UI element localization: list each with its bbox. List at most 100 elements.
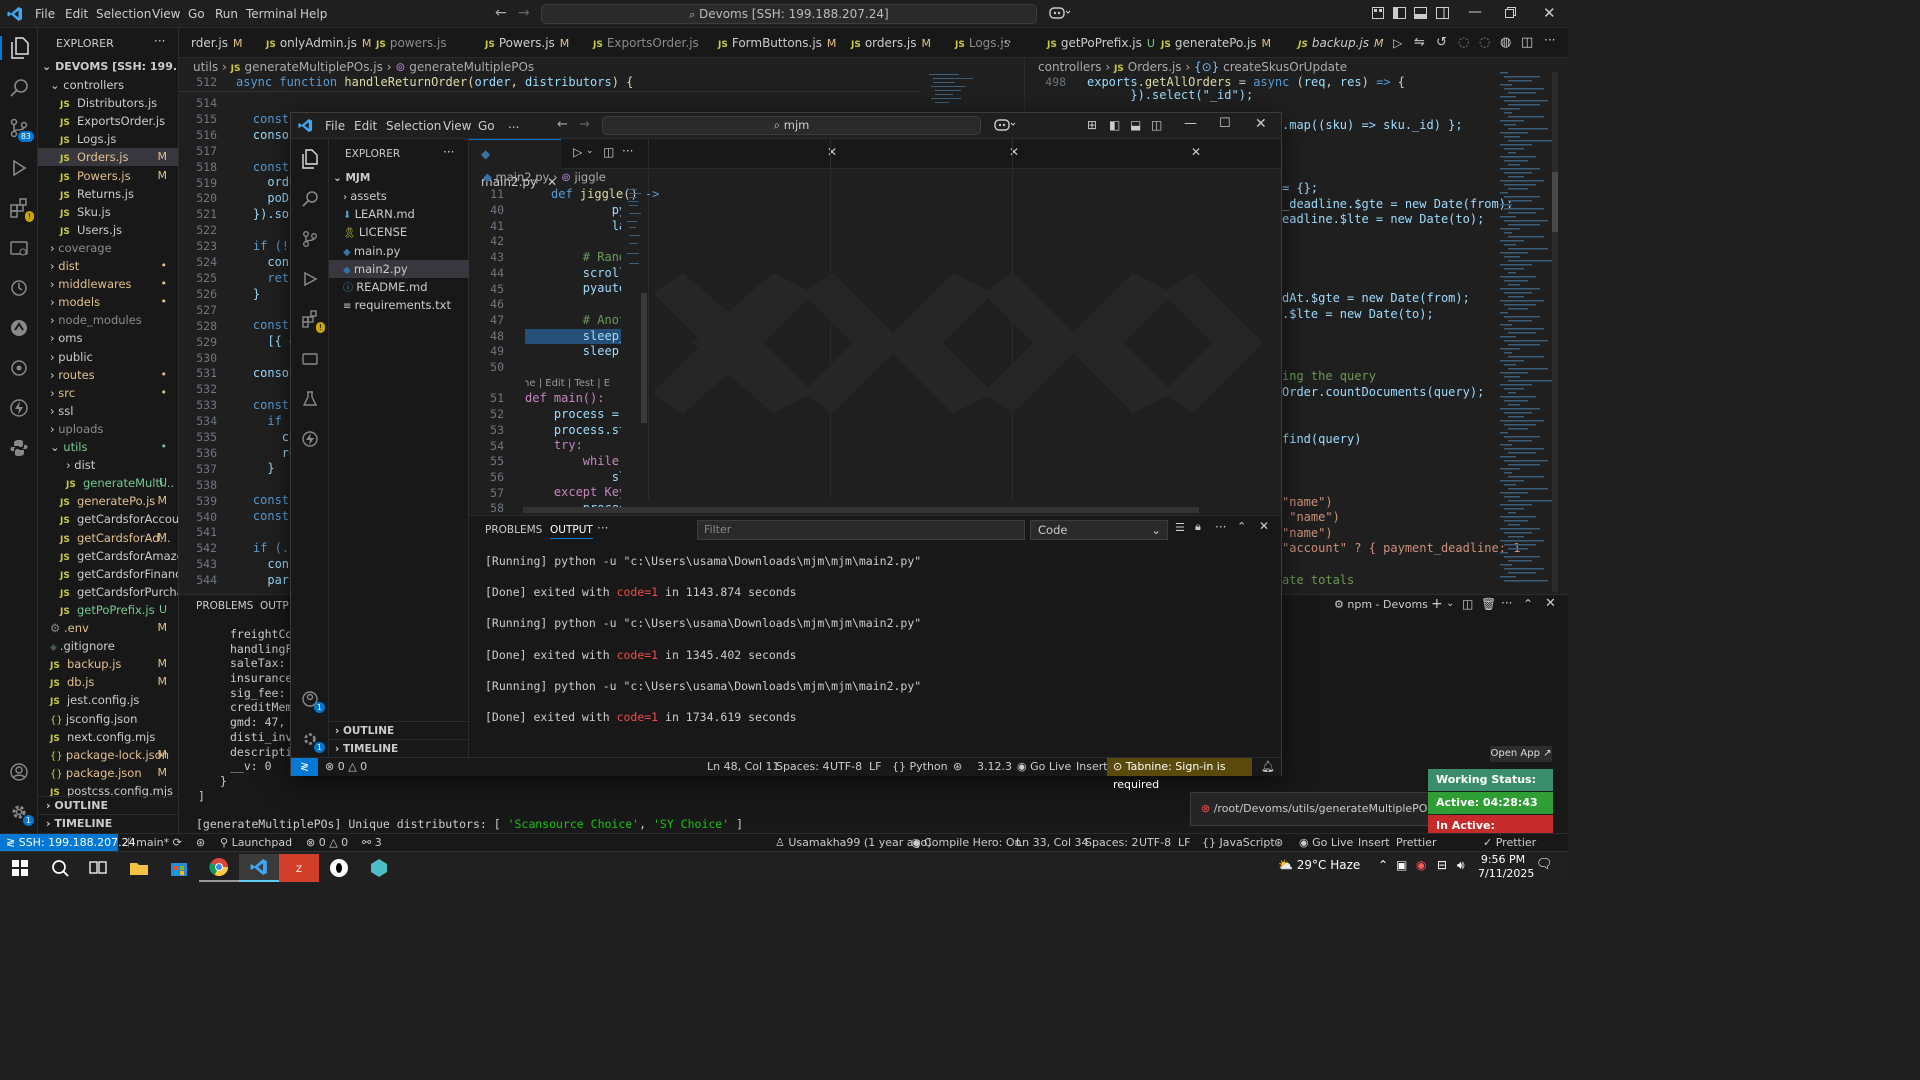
editor-tab[interactable]: JS Powers.js M bbox=[473, 28, 569, 58]
menu-help[interactable]: Help bbox=[300, 7, 327, 21]
problems-status[interactable]: ⊗ 0 △ 0 bbox=[306, 834, 348, 851]
file-tree-item[interactable]: JS Powers.js M bbox=[38, 167, 178, 185]
file-tree-item[interactable]: JS Logs.js bbox=[38, 130, 178, 148]
notification-center-icon[interactable]: 🗨︎ bbox=[1536, 857, 1553, 872]
inner-menu-more[interactable]: ... bbox=[508, 117, 519, 131]
language-mode[interactable]: {} Python bbox=[892, 758, 948, 776]
breadcrumb-file[interactable]: main2.py bbox=[496, 170, 550, 184]
editor-tab[interactable]: JS orders.js M bbox=[839, 28, 931, 58]
cursor-position[interactable]: Ln 33, Col 34 bbox=[1016, 834, 1089, 851]
app-circle-icon[interactable] bbox=[319, 854, 359, 882]
inner-file-item[interactable]: ◆ main.py bbox=[329, 242, 469, 260]
maximize-icon[interactable]: ☐ bbox=[1219, 116, 1231, 131]
terminal-selector[interactable]: ⚙ npm - Devoms bbox=[1334, 598, 1428, 611]
accounts-icon[interactable]: 1 bbox=[298, 687, 325, 713]
inner-menu-go[interactable]: Go bbox=[478, 119, 495, 133]
show-hidden-icons-icon[interactable]: ⌃ bbox=[1378, 858, 1388, 872]
right-minimap[interactable] bbox=[1500, 72, 1558, 592]
launchpad[interactable]: ⚲ Launchpad bbox=[220, 834, 292, 851]
accounts-icon[interactable] bbox=[7, 760, 31, 784]
explorer-more-icon[interactable]: ··· bbox=[443, 145, 454, 159]
go-live[interactable]: ◉ Go Live bbox=[1017, 758, 1071, 776]
app-hex-icon[interactable] bbox=[359, 854, 399, 882]
indentation[interactable]: Spaces: 2 bbox=[1085, 834, 1138, 851]
file-tree-item[interactable]: JS getCardsforAccount.js bbox=[38, 510, 178, 528]
remote-indicator[interactable]: ≷ SSH: 199.188.207.24 bbox=[0, 834, 136, 851]
inner-menu-edit[interactable]: Edit bbox=[354, 119, 377, 133]
source-control-icon[interactable] bbox=[298, 227, 322, 251]
restore-icon[interactable] bbox=[1505, 7, 1516, 21]
explorer-icon[interactable] bbox=[298, 147, 322, 171]
close-group-icon[interactable]: ✕ bbox=[1009, 145, 1019, 159]
panel-more-icon[interactable]: ··· bbox=[1501, 596, 1512, 610]
breadcrumb-symbol[interactable]: createSkusOrUpdate bbox=[1223, 60, 1347, 74]
file-tree-item[interactable]: › models • bbox=[38, 293, 178, 311]
copilot-icon[interactable] bbox=[994, 118, 1016, 135]
python-icon[interactable] bbox=[7, 436, 31, 460]
breadcrumb-symbol[interactable]: jiggle bbox=[575, 170, 606, 184]
notifications-bell-icon[interactable]: 🔔︎ bbox=[1261, 758, 1275, 776]
close-panel-icon[interactable]: ✕ bbox=[1545, 596, 1556, 611]
open-app-button[interactable]: Open App ↗ bbox=[1490, 746, 1552, 762]
manage-gear-icon[interactable]: 1 bbox=[7, 800, 34, 826]
file-tree-item[interactable]: › public bbox=[38, 348, 178, 366]
encoding[interactable]: UTF-8 bbox=[830, 758, 862, 776]
file-tree-item[interactable]: {} package.json M bbox=[38, 764, 178, 782]
split-editor-icon[interactable]: ◫ bbox=[1521, 35, 1533, 50]
editor-tab[interactable]: JS powers.js bbox=[364, 28, 447, 58]
run-icon[interactable]: ▷ bbox=[1393, 36, 1402, 50]
file-tree-item[interactable]: › src • bbox=[38, 384, 178, 402]
menu-go[interactable]: Go bbox=[188, 7, 205, 21]
close-icon[interactable]: ✕ bbox=[1255, 116, 1267, 132]
file-tree-item[interactable]: JS jest.config.js bbox=[38, 691, 178, 709]
toggle-panel-icon[interactable] bbox=[1414, 7, 1427, 22]
preview-icon[interactable]: ◍ bbox=[1500, 35, 1511, 50]
forward-dot-icon[interactable]: ◌ bbox=[1479, 35, 1490, 50]
toggle-primary-sidebar-icon[interactable] bbox=[1393, 7, 1406, 22]
inner-problems-status[interactable]: ⊗ 0 △ 0 bbox=[325, 758, 367, 776]
remote-indicator-icon[interactable]: ≷ bbox=[291, 758, 318, 776]
menu-run[interactable]: Run bbox=[215, 7, 238, 21]
run-debug-icon[interactable] bbox=[7, 156, 31, 180]
error-notification[interactable]: ⊗ /root/Devoms/utils/generateMultiplePOs… bbox=[1190, 792, 1452, 826]
inner-file-item[interactable]: ◆ main2.py bbox=[329, 259, 469, 278]
inner-tab-main2[interactable]: ◆ main2.py ✕ bbox=[469, 139, 561, 189]
terminal-dropdown-icon[interactable]: ⌄ bbox=[1446, 598, 1454, 609]
git-branch[interactable]: ᚴ main* ⟳ bbox=[126, 834, 182, 851]
explorer-more-icon[interactable]: ··· bbox=[154, 34, 165, 48]
file-tree-item[interactable]: JS Distributors.js bbox=[38, 94, 178, 112]
taskbar-search-icon[interactable] bbox=[40, 854, 80, 882]
gitlens-icon[interactable] bbox=[7, 316, 31, 340]
copilot-status-icon[interactable]: ⊛ bbox=[953, 758, 962, 776]
file-tree-item[interactable]: JS getCardsforFinance.js bbox=[38, 565, 178, 583]
inner-file-item[interactable]: ⓘ README.md bbox=[329, 278, 469, 296]
panel-tab-output[interactable]: OUTP bbox=[260, 600, 289, 612]
extensions-icon[interactable]: ! bbox=[298, 307, 325, 333]
minimize-icon[interactable]: — bbox=[1468, 4, 1482, 20]
split-terminal-icon[interactable]: ◫ bbox=[1462, 597, 1473, 611]
editor-tab[interactable]: JS ExportsOrder.js bbox=[581, 28, 699, 58]
tabnine-status[interactable]: ⊙ Tabnine: Sign-in is required bbox=[1107, 758, 1252, 791]
inner-breadcrumb[interactable]: ◆ main2.py › ⊚ jiggle bbox=[469, 169, 647, 186]
file-tree-item[interactable]: › dist bbox=[38, 456, 178, 474]
editor-more-icon[interactable]: ··· bbox=[1544, 33, 1555, 47]
encoding[interactable]: UTF-8 bbox=[1139, 834, 1171, 851]
editor-tab[interactable]: JSrder.jsM bbox=[179, 28, 242, 58]
file-tree-item[interactable]: JS generatePo.js M bbox=[38, 492, 178, 510]
customize-layout-icon[interactable]: ⊞ bbox=[1087, 118, 1097, 132]
panel-tab-problems[interactable]: PROBLEMS bbox=[196, 600, 253, 612]
back-arrow-icon[interactable]: ← bbox=[557, 117, 568, 132]
ports-status[interactable]: ⚯ 3 bbox=[362, 834, 382, 851]
maximize-panel-icon[interactable]: ⌃ bbox=[1237, 520, 1246, 533]
close-panel-icon[interactable]: ✕ bbox=[1259, 519, 1269, 533]
left-minimap[interactable] bbox=[929, 72, 989, 112]
file-tree-item[interactable]: JS Orders.js M bbox=[38, 148, 178, 167]
breadcrumb-symbol[interactable]: generateMultiplePOs bbox=[409, 60, 534, 74]
windows-start-icon[interactable] bbox=[0, 854, 40, 882]
inner-panel-tab-output[interactable]: OUTPUT bbox=[550, 524, 593, 539]
menu-terminal[interactable]: Terminal bbox=[246, 7, 297, 21]
remote-explorer-icon[interactable] bbox=[7, 236, 31, 260]
new-terminal-icon[interactable]: + bbox=[1431, 596, 1443, 612]
explorer-icon[interactable] bbox=[0, 36, 38, 60]
copilot-icon[interactable] bbox=[1049, 6, 1071, 23]
